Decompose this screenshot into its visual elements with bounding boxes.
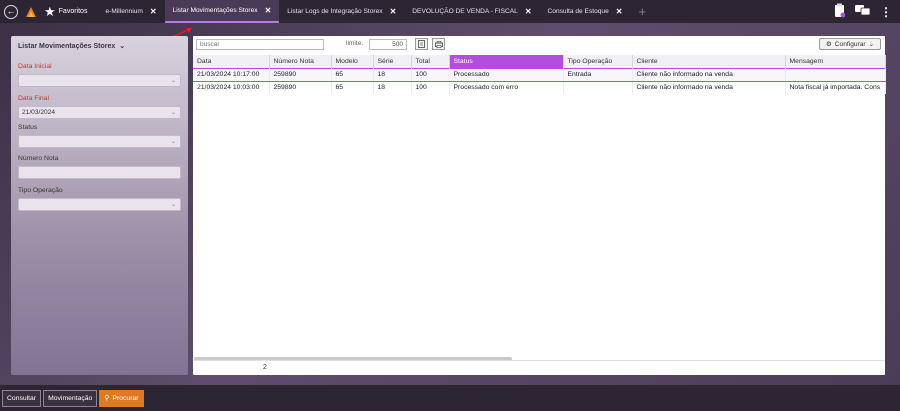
back-icon[interactable]: ← [4,4,18,19]
data-final-value: 21/03/2024 [22,109,56,116]
table-cell: Cliente não informado na venda [632,67,786,82]
table-cell: 65 [331,81,374,94]
column-header[interactable]: Total [411,55,450,68]
table-cell: 18 [373,81,412,94]
chevron-down-icon: ⌄ [119,43,126,50]
procurar-label: Procurar [112,394,139,402]
print-button[interactable] [432,38,445,50]
more-vert-icon[interactable]: ⋮ [880,6,892,18]
column-header[interactable]: Tipo Operação [563,55,633,68]
table-row[interactable]: 21/03/2024 10:17:00 259890 65 18 100 Pro… [193,67,886,82]
printer-icon [434,40,443,48]
table-cell [785,67,886,82]
record-count: 2 [263,364,267,371]
top-bar: ← ★ Favoritos e-Millennium ✕ Listar Movi… [0,0,900,23]
tab-e-millennium[interactable]: e-Millennium ✕ [97,0,164,23]
tab-listar-logs[interactable]: Listar Logs de Integração Storex ✕ [279,0,404,23]
table-cell: 259890 [269,67,332,82]
data-inicial-field[interactable]: ⌄ [18,74,181,87]
column-header[interactable]: Série [373,55,412,68]
configurar-button[interactable]: ⚙ Configurar ⌄ [819,38,881,50]
filter-title-label: Listar Movimentações Storex [18,43,116,50]
table-cell: Processado [449,67,564,82]
table-cell: 18 [373,67,412,82]
tab-label: Listar Logs de Integração Storex [287,8,383,15]
bottom-bar: Consultar Movimentação ⚲ Procurar [0,385,900,411]
chevron-down-icon: ⌄ [170,139,176,145]
chat-icon[interactable] [855,4,871,19]
tab-listar-movimentacoes[interactable]: Listar Movimentações Storex ✕ [164,0,280,23]
tab-label: e-Millennium [105,8,143,15]
table-cell [563,81,633,94]
numero-nota-label: Número Nota [18,155,59,162]
procurar-button[interactable]: ⚲ Procurar [99,389,144,407]
favorites-label[interactable]: Favoritos [59,8,88,15]
data-final-field[interactable]: 21/03/2024 ⌄ [18,106,181,119]
table-cell: Cliente não informado na venda [632,81,786,94]
table-cell: Entrada [563,67,633,82]
table-header-row: Data Número Nota Modelo Série Total Stat… [193,55,886,68]
column-header[interactable]: Data [193,55,270,68]
column-header[interactable]: Cliente [632,55,786,68]
search-input[interactable] [196,39,324,50]
close-icon[interactable]: ✕ [616,7,623,16]
table-cell: Nota fiscal já importada. Cons [785,81,886,94]
gear-icon: ⚙ [825,41,832,48]
clipboard-icon[interactable] [834,3,846,20]
data-final-label: Data Final [18,95,49,102]
limit-label: limite: [346,40,364,47]
filter-panel-title[interactable]: Listar Movimentações Storex ⌄ [18,42,125,50]
tab-label: Consulta de Estoque [547,8,609,15]
table-cell: 100 [411,67,450,82]
close-icon[interactable]: ✕ [390,7,397,16]
tab-consulta-estoque[interactable]: Consulta de Estoque ✕ [540,0,631,23]
tipo-operacao-label: Tipo Operação [18,187,63,194]
top-right-tools: ⋮ [834,3,892,20]
column-header[interactable]: Modelo [331,55,374,68]
divider [193,360,885,361]
table-cell: Processado com erro [449,81,564,94]
status-field[interactable]: ⌄ [18,135,181,148]
table-cell: 100 [411,81,450,94]
chevron-down-icon: ⌄ [868,41,875,48]
tab-label: Listar Movimentações Storex [172,7,258,14]
filter-panel: Listar Movimentações Storex ⌄ Data Inici… [11,36,188,375]
column-header[interactable]: Mensagem [785,55,886,68]
data-inicial-label: Data Inicial [18,63,52,70]
table-cell: 65 [331,67,374,82]
chevron-down-icon: ⌄ [170,202,176,208]
table-cell: 259890 [269,81,332,94]
document-icon [418,40,425,48]
movimentacao-button[interactable]: Movimentação [43,389,98,407]
search-icon: ⚲ [104,395,110,402]
export-button[interactable] [415,38,428,50]
table-cell: 21/03/2024 10:03:00 [193,81,270,94]
column-header[interactable]: Número Nota [269,55,332,68]
chevron-down-icon: ⌄ [170,110,176,116]
tipo-operacao-field[interactable]: ⌄ [18,198,181,211]
add-tab-icon[interactable]: + [638,4,646,19]
chevron-down-icon: ⌄ [170,78,176,84]
limit-input[interactable] [369,39,407,50]
tab-devolucao-venda[interactable]: DEVOLUÇÃO DE VENDA - FISCAL ✕ [404,0,539,23]
close-icon[interactable]: ✕ [525,7,532,16]
status-label: Status [18,124,38,131]
tab-label: DEVOLUÇÃO DE VENDA - FISCAL [412,8,518,15]
star-icon[interactable]: ★ [44,4,56,20]
results-panel: limite: ⚙ Configurar ⌄ Data Número Nota … [193,36,886,375]
column-header[interactable]: Status [449,55,564,68]
consultar-button[interactable]: Consultar [2,389,42,407]
table-cell: 21/03/2024 10:17:00 [193,67,270,82]
close-icon[interactable]: ✕ [150,7,157,16]
results-table: Data Número Nota Modelo Série Total Stat… [193,55,886,94]
close-icon[interactable]: ✕ [265,6,272,15]
table-row[interactable]: 21/03/2024 10:03:00 259890 65 18 100 Pro… [193,81,886,94]
configurar-label: Configurar [834,40,866,48]
logo-icon[interactable] [24,5,38,19]
numero-nota-field[interactable] [18,166,181,179]
